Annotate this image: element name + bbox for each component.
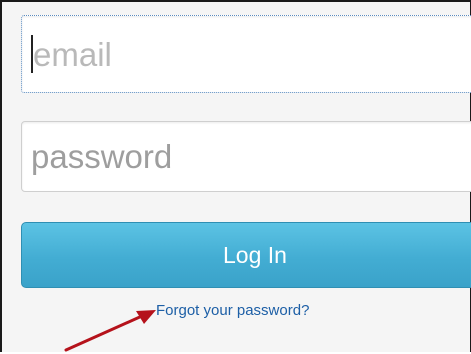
email-field[interactable]: email	[21, 15, 471, 93]
login-button[interactable]: Log In	[21, 222, 471, 288]
red-arrow-icon	[64, 310, 156, 352]
forgot-password-link[interactable]: Forgot your password?	[156, 302, 309, 319]
password-placeholder: password	[31, 138, 173, 175]
email-placeholder: email	[33, 35, 112, 73]
password-field[interactable]: password	[21, 121, 471, 192]
login-panel: email password Log In Forgot your passwo…	[0, 0, 471, 352]
